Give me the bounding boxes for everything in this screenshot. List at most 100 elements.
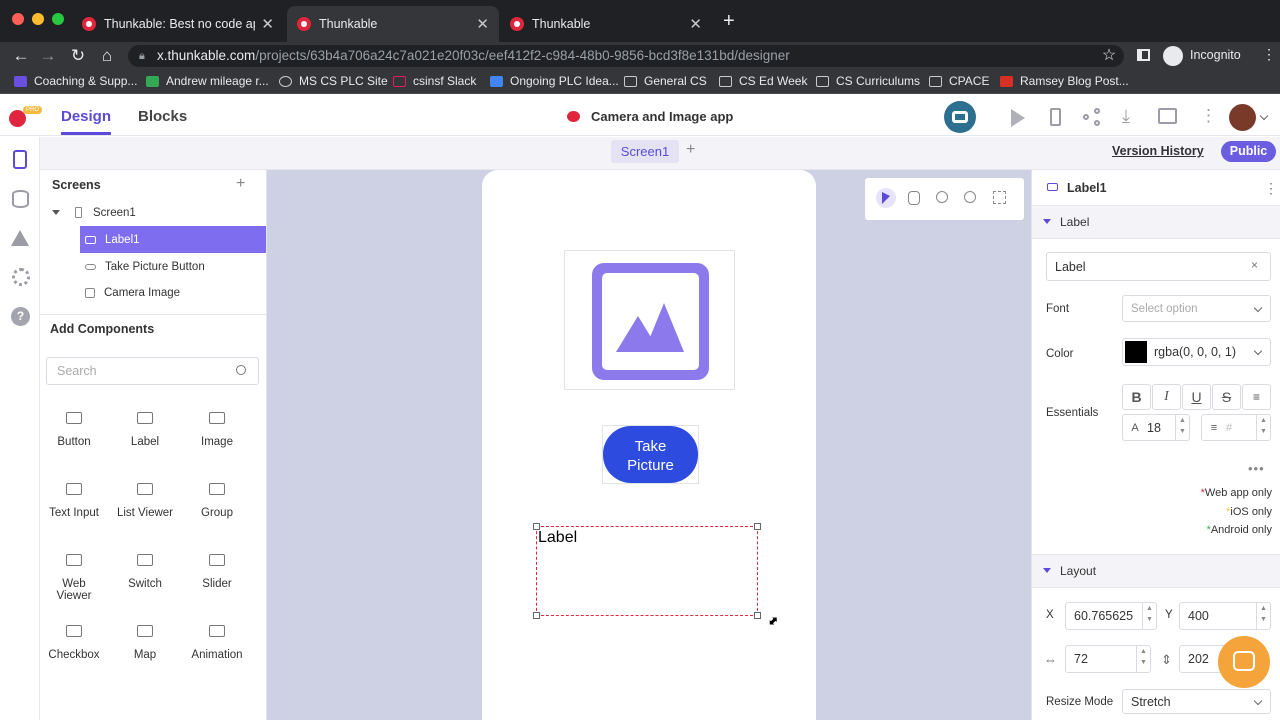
component-text-input[interactable]: Text Input: [38, 479, 110, 519]
component-label[interactable]: Label: [109, 408, 181, 448]
public-toggle-button[interactable]: Public: [1221, 141, 1276, 162]
bookmark-item[interactable]: Coaching & Supp...: [14, 74, 137, 88]
bookmark-item[interactable]: csinsf Slack: [393, 74, 476, 88]
italic-button[interactable]: I: [1152, 384, 1181, 410]
text-align-icon[interactable]: ≡: [1242, 384, 1271, 410]
stepper-arrows[interactable]: ▲ ▼: [1142, 603, 1156, 629]
component-slider[interactable]: Slider: [181, 550, 253, 590]
component-group[interactable]: Group: [181, 479, 253, 519]
back-icon[interactable]: ←: [11, 46, 31, 66]
component-name[interactable]: Label1: [1067, 181, 1107, 195]
fit-screen-icon[interactable]: [993, 191, 1006, 204]
select-cursor-icon[interactable]: [876, 188, 896, 208]
project-title[interactable]: Camera and Image app: [591, 109, 733, 124]
sidebar-icon[interactable]: [1137, 49, 1150, 61]
device-preview-icon[interactable]: [1050, 108, 1061, 126]
add-screen-plus[interactable]: +: [236, 175, 245, 193]
browser-tab-2[interactable]: Thunkable ✕: [287, 6, 499, 42]
clear-text-icon[interactable]: ×: [1251, 258, 1258, 272]
component-menu-icon[interactable]: ⋮: [1264, 180, 1278, 197]
profile-label[interactable]: Incognito: [1190, 48, 1241, 62]
maximize-window-icon[interactable]: [52, 13, 64, 25]
x-position-input[interactable]: 60.765625 ▲ ▼: [1065, 602, 1157, 630]
zoom-in-icon[interactable]: [936, 191, 948, 203]
browser-tab-1[interactable]: Thunkable: Best no code app b ✕: [72, 6, 284, 42]
chat-support-button[interactable]: [1218, 636, 1270, 688]
color-swatch[interactable]: [1125, 341, 1147, 363]
component-switch[interactable]: Switch: [109, 550, 181, 590]
resize-handle[interactable]: [533, 523, 540, 530]
tab-design[interactable]: Design: [61, 108, 111, 125]
tab-blocks[interactable]: Blocks: [138, 108, 187, 125]
font-select[interactable]: Select option: [1122, 295, 1271, 322]
settings-gear-icon[interactable]: [12, 268, 30, 286]
version-history-link[interactable]: Version History: [1112, 144, 1204, 158]
add-screen-button[interactable]: +: [686, 141, 695, 159]
take-picture-button[interactable]: Take Picture: [603, 426, 698, 483]
color-select[interactable]: rgba(0, 0, 0, 1): [1122, 338, 1271, 366]
close-tab-icon[interactable]: ✕: [261, 15, 274, 33]
search-icon[interactable]: [236, 365, 246, 375]
component-animation[interactable]: Animation: [181, 621, 253, 661]
bookmark-folder[interactable]: General CS: [624, 74, 707, 88]
forward-icon[interactable]: →: [38, 46, 58, 66]
bookmark-folder[interactable]: CS Ed Week: [719, 74, 807, 88]
more-options-icon[interactable]: •••: [1248, 461, 1265, 476]
component-image[interactable]: Image: [181, 408, 253, 448]
preview-play-icon[interactable]: [1011, 109, 1025, 127]
chevron-down-icon[interactable]: [1259, 111, 1269, 121]
label1-component[interactable]: Label: [533, 523, 761, 619]
stepper-arrows[interactable]: ▲ ▼: [1256, 415, 1270, 440]
y-position-input[interactable]: 400 ▲ ▼: [1179, 602, 1271, 630]
width-input[interactable]: 72 ▲ ▼: [1065, 645, 1151, 673]
zoom-out-icon[interactable]: [964, 191, 976, 203]
resize-mode-select[interactable]: Stretch: [1122, 689, 1271, 714]
component-list-viewer[interactable]: List Viewer: [109, 479, 181, 519]
tab-screen1[interactable]: Screen1: [611, 140, 679, 163]
browser-tab-3[interactable]: Thunkable ✕: [500, 6, 712, 42]
component-map[interactable]: Map: [109, 621, 181, 661]
live-test-icon[interactable]: [944, 101, 976, 133]
close-tab-icon[interactable]: ✕: [689, 15, 702, 33]
section-layout-header[interactable]: Layout: [1032, 554, 1280, 588]
tree-item-camera-image[interactable]: Camera Image: [80, 279, 266, 306]
address-bar[interactable]: 🔒︎ x.thunkable.com/projects/63b4a706a24c…: [128, 45, 1124, 67]
database-icon[interactable]: [12, 190, 29, 208]
stepper-arrows[interactable]: ▲ ▼: [1256, 603, 1270, 629]
component-search-input[interactable]: Search: [46, 357, 259, 385]
bookmark-item[interactable]: Andrew mileage r...: [146, 74, 269, 88]
line-height-stepper[interactable]: ≡ # ▲ ▼: [1201, 414, 1271, 441]
component-web-viewer[interactable]: Web Viewer: [38, 550, 110, 602]
download-icon[interactable]: ⤓: [1122, 106, 1130, 127]
hand-pan-icon[interactable]: [908, 191, 920, 205]
resize-handle[interactable]: [533, 612, 540, 619]
resize-handle[interactable]: [754, 523, 761, 530]
underline-button[interactable]: U: [1182, 384, 1211, 410]
new-tab-icon[interactable]: +: [723, 10, 735, 33]
resize-handle[interactable]: [754, 612, 761, 619]
phone-design-icon[interactable]: [13, 150, 27, 169]
label-text-input[interactable]: Label ×: [1046, 252, 1271, 281]
bookmark-folder[interactable]: CS Curriculums: [816, 74, 920, 88]
section-label-header[interactable]: Label: [1032, 205, 1280, 239]
tree-item-label1[interactable]: Label1: [80, 226, 266, 253]
bookmark-item[interactable]: MS CS PLC Site: [279, 74, 388, 88]
close-tab-icon[interactable]: ✕: [476, 15, 489, 33]
bookmark-item[interactable]: Ongoing PLC Idea...: [490, 74, 619, 88]
tree-item-take-picture-button[interactable]: Take Picture Button: [80, 253, 266, 280]
minimize-window-icon[interactable]: [32, 13, 44, 25]
caret-down-icon[interactable]: [52, 210, 60, 215]
component-button[interactable]: Button: [38, 408, 110, 448]
more-menu-icon[interactable]: ⋮: [1200, 106, 1217, 126]
avatar[interactable]: [1229, 104, 1256, 131]
close-window-icon[interactable]: [12, 13, 24, 25]
bookmark-star-icon[interactable]: ☆: [1099, 45, 1119, 65]
bookmark-folder[interactable]: CPACE: [929, 74, 989, 88]
component-checkbox[interactable]: Checkbox: [38, 621, 110, 661]
share-icon[interactable]: [1083, 108, 1101, 126]
docs-book-icon[interactable]: [1158, 108, 1177, 124]
stepper-arrows[interactable]: ▲ ▼: [1136, 646, 1150, 672]
assets-icon[interactable]: [11, 230, 29, 246]
tree-item-screen1[interactable]: Screen1: [52, 199, 252, 226]
reload-icon[interactable]: ↻: [68, 46, 88, 66]
